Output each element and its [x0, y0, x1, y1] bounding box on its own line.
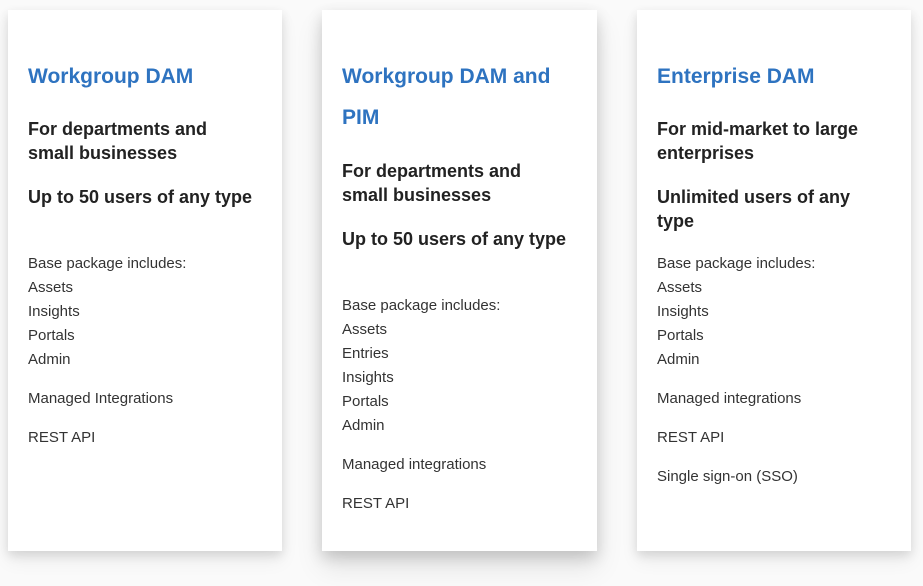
base-package-label: Base package includes:	[657, 255, 816, 272]
plan-audience: For mid-market to large enterprises	[657, 119, 859, 163]
feature-item: Assets	[28, 279, 74, 296]
extra-feature: REST API	[657, 429, 725, 446]
feature-list: Base package includes: Assets Entries In…	[342, 294, 582, 438]
plan-title: Workgroup DAM	[28, 65, 194, 88]
feature-item: Insights	[28, 303, 80, 320]
feature-item: Insights	[342, 369, 394, 386]
feature-item: Admin	[657, 351, 700, 368]
plan-card-workgroup-dam-pim: Workgroup DAM and PIM For departments an…	[322, 10, 597, 551]
feature-item: Admin	[28, 351, 71, 368]
extra-feature: Managed Integrations	[28, 390, 174, 407]
plan-audience: For departments and small businesses	[342, 161, 522, 205]
feature-item: Admin	[342, 417, 385, 434]
feature-item: Assets	[342, 321, 388, 338]
feature-item: Insights	[657, 303, 709, 320]
extra-feature: REST API	[28, 429, 96, 446]
plan-title: Workgroup DAM and PIM	[342, 65, 551, 129]
feature-item: Assets	[657, 279, 703, 296]
plan-users: Up to 50 users of any type	[28, 187, 253, 207]
plan-title: Enterprise DAM	[657, 65, 815, 88]
plan-users: Unlimited users of any type	[657, 187, 851, 231]
extra-feature: Managed integrations	[342, 456, 487, 473]
extra-feature: REST API	[342, 495, 410, 512]
extra-feature: Single sign-on (SSO)	[657, 468, 798, 485]
feature-item: Portals	[342, 393, 389, 410]
base-package-label: Base package includes:	[28, 255, 187, 272]
feature-list: Base package includes: Assets Insights P…	[28, 252, 268, 372]
extra-feature: Managed integrations	[657, 390, 802, 407]
base-package-label: Base package includes:	[342, 297, 501, 314]
plan-card-enterprise-dam: Enterprise DAM For mid-market to large e…	[637, 10, 911, 551]
plan-users: Up to 50 users of any type	[342, 229, 567, 249]
feature-item: Entries	[342, 345, 389, 362]
feature-item: Portals	[28, 327, 75, 344]
feature-item: Portals	[657, 327, 704, 344]
plan-card-workgroup-dam: Workgroup DAM For departments and small …	[8, 10, 282, 551]
feature-list: Base package includes: Assets Insights P…	[657, 252, 897, 372]
plan-audience: For departments and small businesses	[28, 119, 208, 163]
